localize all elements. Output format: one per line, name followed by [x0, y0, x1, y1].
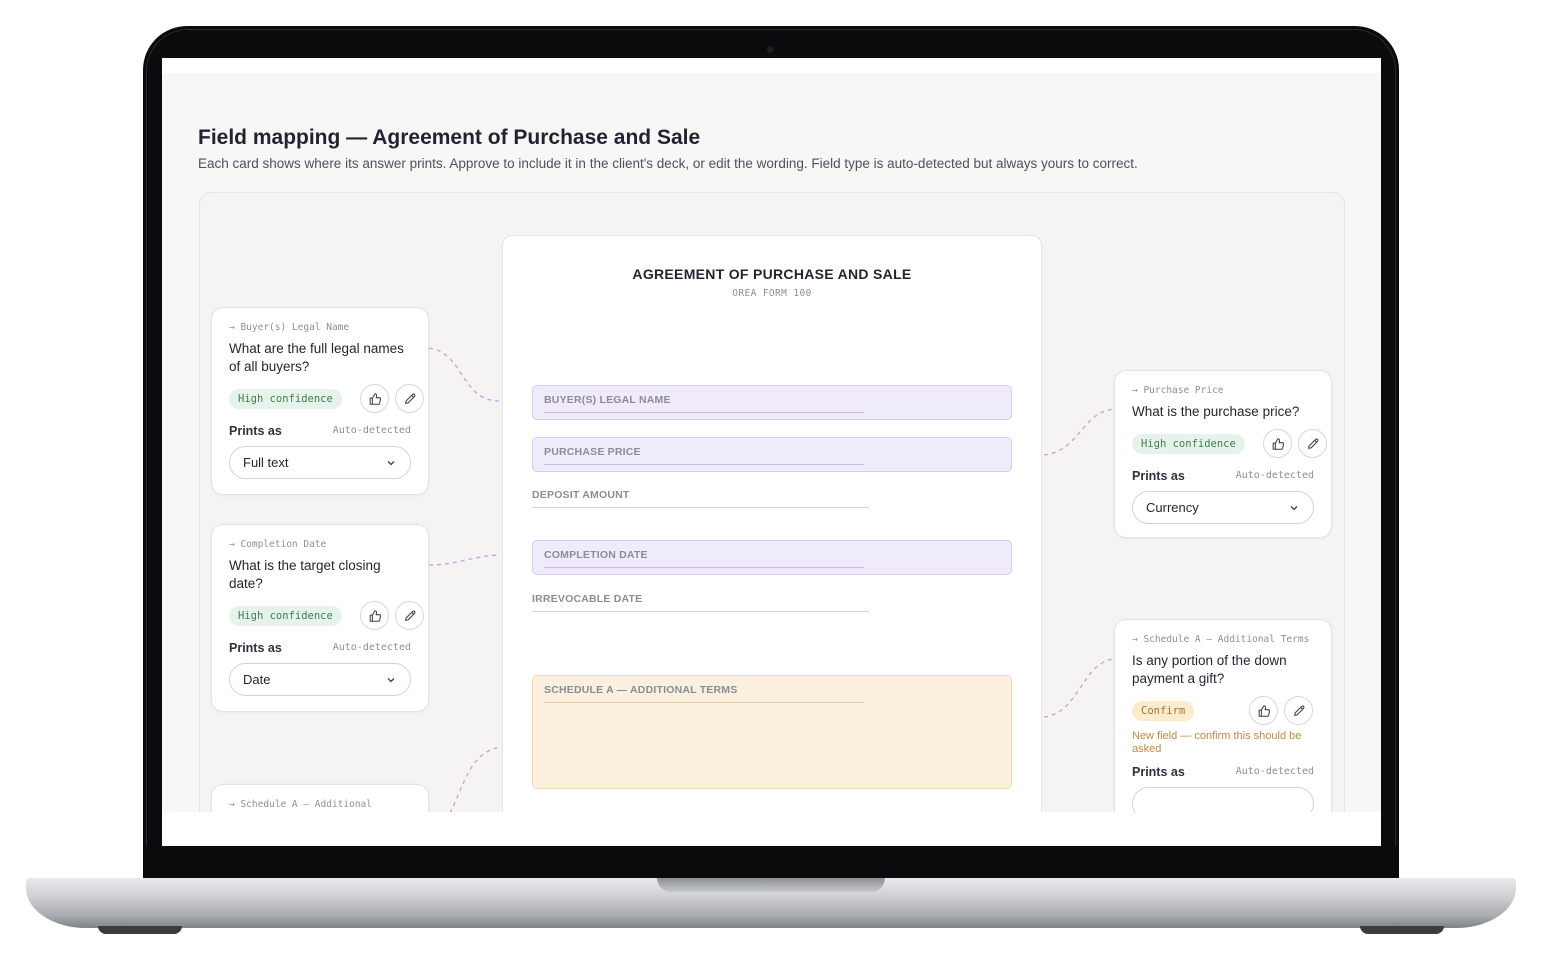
- pencil-icon: [404, 610, 415, 621]
- field-type-value: Currency: [1146, 500, 1199, 515]
- doc-field-buyer-name[interactable]: BUYER(S) LEGAL NAME: [532, 385, 1012, 420]
- doc-field-schedule-a[interactable]: SCHEDULE A — ADDITIONAL TERMS: [532, 675, 1012, 789]
- field-type-value: Full text: [243, 455, 289, 470]
- confidence-badge: High confidence: [229, 606, 342, 626]
- card-field-tag: → Schedule A — Additional: [229, 799, 372, 810]
- edit-button[interactable]: [1298, 429, 1327, 458]
- doc-field-label: SCHEDULE A — ADDITIONAL TERMS: [544, 684, 738, 696]
- connector-price: [1043, 408, 1116, 456]
- pencil-icon: [404, 393, 415, 404]
- laptop-chin: [143, 846, 1399, 882]
- top-bar: [162, 58, 1381, 73]
- connector-schedule: [1043, 658, 1116, 718]
- chevron-down-icon: [387, 461, 395, 466]
- pencil-icon: [1293, 705, 1304, 716]
- auto-detected-label: Auto-detected: [332, 425, 411, 436]
- card-actions: High confidence: [1132, 429, 1327, 459]
- prints-as-row: Prints as Auto-detected: [1132, 765, 1314, 781]
- document-title: AGREEMENT OF PURCHASE AND SALE: [632, 266, 912, 282]
- laptop-foot: [98, 926, 182, 934]
- camera-icon: [767, 46, 774, 53]
- field-card-buyer: → Buyer(s) Legal Name What are the full …: [211, 307, 429, 495]
- approve-button[interactable]: [1263, 429, 1292, 458]
- thumbs-up-icon: [1258, 704, 1270, 717]
- confidence-badge: High confidence: [1132, 434, 1245, 454]
- doc-field-underline: [544, 702, 864, 703]
- confirm-badge: Confirm: [1132, 701, 1195, 721]
- doc-field-purchase-price[interactable]: PURCHASE PRICE: [532, 437, 1012, 472]
- approve-button[interactable]: [360, 601, 389, 630]
- prints-as-label: Prints as: [229, 424, 282, 438]
- edit-button[interactable]: [395, 601, 424, 630]
- doc-field-label: DEPOSIT AMOUNT: [532, 489, 630, 501]
- connector-completion: [428, 554, 501, 566]
- laptop-foot: [1360, 926, 1444, 934]
- card-actions: Confirm: [1132, 696, 1314, 726]
- screen: Field mapping — Agreement of Purchase an…: [162, 58, 1381, 846]
- page-title: Field mapping — Agreement of Purchase an…: [198, 126, 701, 149]
- auto-detected-label: Auto-detected: [1235, 470, 1314, 481]
- prints-as-label: Prints as: [1132, 469, 1185, 483]
- field-type-select[interactable]: Currency: [1132, 491, 1314, 524]
- edit-button[interactable]: [395, 384, 424, 413]
- card-question[interactable]: What are the full legal names of all buy…: [229, 340, 411, 376]
- mapping-canvas: AGREEMENT OF PURCHASE AND SALE OREA FORM…: [199, 192, 1345, 846]
- doc-field-label: PURCHASE PRICE: [544, 446, 641, 458]
- connector-buyer: [428, 347, 501, 402]
- field-type-select[interactable]: Full text: [229, 446, 411, 479]
- doc-field-underline: [544, 412, 864, 413]
- doc-field-label: IRREVOCABLE DATE: [532, 593, 643, 605]
- document-form-number: OREA FORM 100: [732, 288, 812, 299]
- prints-as-row: Prints as Auto-detected: [229, 641, 411, 657]
- field-card-completion: → Completion Date What is the target clo…: [211, 524, 429, 712]
- doc-field-label: COMPLETION DATE: [544, 549, 648, 561]
- pencil-icon: [1307, 438, 1318, 449]
- doc-field-label: BUYER(S) LEGAL NAME: [544, 394, 671, 406]
- doc-field-completion-date[interactable]: COMPLETION DATE: [532, 540, 1012, 575]
- doc-field-underline: [544, 567, 864, 568]
- document-preview: AGREEMENT OF PURCHASE AND SALE OREA FORM…: [502, 235, 1042, 846]
- confidence-badge: High confidence: [229, 389, 342, 409]
- card-field-tag: → Schedule A — Additional Terms: [1132, 634, 1310, 645]
- chevron-down-icon: [1290, 506, 1298, 511]
- prints-as-label: Prints as: [1132, 765, 1185, 779]
- chevron-down-icon: [387, 678, 395, 683]
- prints-as-row: Prints as Auto-detected: [229, 424, 411, 440]
- card-question[interactable]: Is any portion of the down payment a gif…: [1132, 652, 1314, 688]
- prints-as-row: Prints as Auto-detected: [1132, 469, 1314, 485]
- auto-detected-label: Auto-detected: [332, 642, 411, 653]
- connector-schedule-left: [449, 746, 501, 814]
- laptop-notch: [657, 878, 885, 892]
- approve-button[interactable]: [360, 384, 389, 413]
- doc-field-deposit-amount[interactable]: DEPOSIT AMOUNT: [532, 489, 869, 508]
- card-field-tag: → Purchase Price: [1132, 385, 1224, 396]
- doc-field-underline: [532, 507, 869, 508]
- card-field-tag: → Completion Date: [229, 539, 327, 550]
- field-card-price: → Purchase Price What is the purchase pr…: [1114, 370, 1332, 538]
- doc-field-irrevocable-date[interactable]: IRREVOCABLE DATE: [532, 593, 869, 612]
- page-subtitle: Each card shows where its answer prints.…: [198, 156, 1138, 171]
- thumbs-up-icon: [369, 392, 381, 405]
- doc-field-underline: [544, 464, 864, 465]
- card-actions: High confidence: [229, 601, 424, 631]
- screen-bottom-strip: [162, 812, 1381, 846]
- edit-button[interactable]: [1284, 696, 1313, 725]
- field-type-select[interactable]: Date: [229, 663, 411, 696]
- auto-detected-label: Auto-detected: [1235, 766, 1314, 777]
- prints-as-label: Prints as: [229, 641, 282, 655]
- approve-button[interactable]: [1249, 696, 1278, 725]
- new-field-warning: New field — confirm this should be asked: [1132, 730, 1302, 755]
- thumbs-up-icon: [369, 609, 381, 622]
- thumbs-up-icon: [1272, 437, 1284, 450]
- card-question[interactable]: What is the purchase price?: [1132, 403, 1314, 421]
- doc-field-underline: [532, 611, 869, 612]
- card-actions: High confidence: [229, 384, 424, 414]
- card-question[interactable]: What is the target closing date?: [229, 557, 411, 593]
- field-type-value: Date: [243, 672, 271, 687]
- card-field-tag: → Buyer(s) Legal Name: [229, 322, 350, 333]
